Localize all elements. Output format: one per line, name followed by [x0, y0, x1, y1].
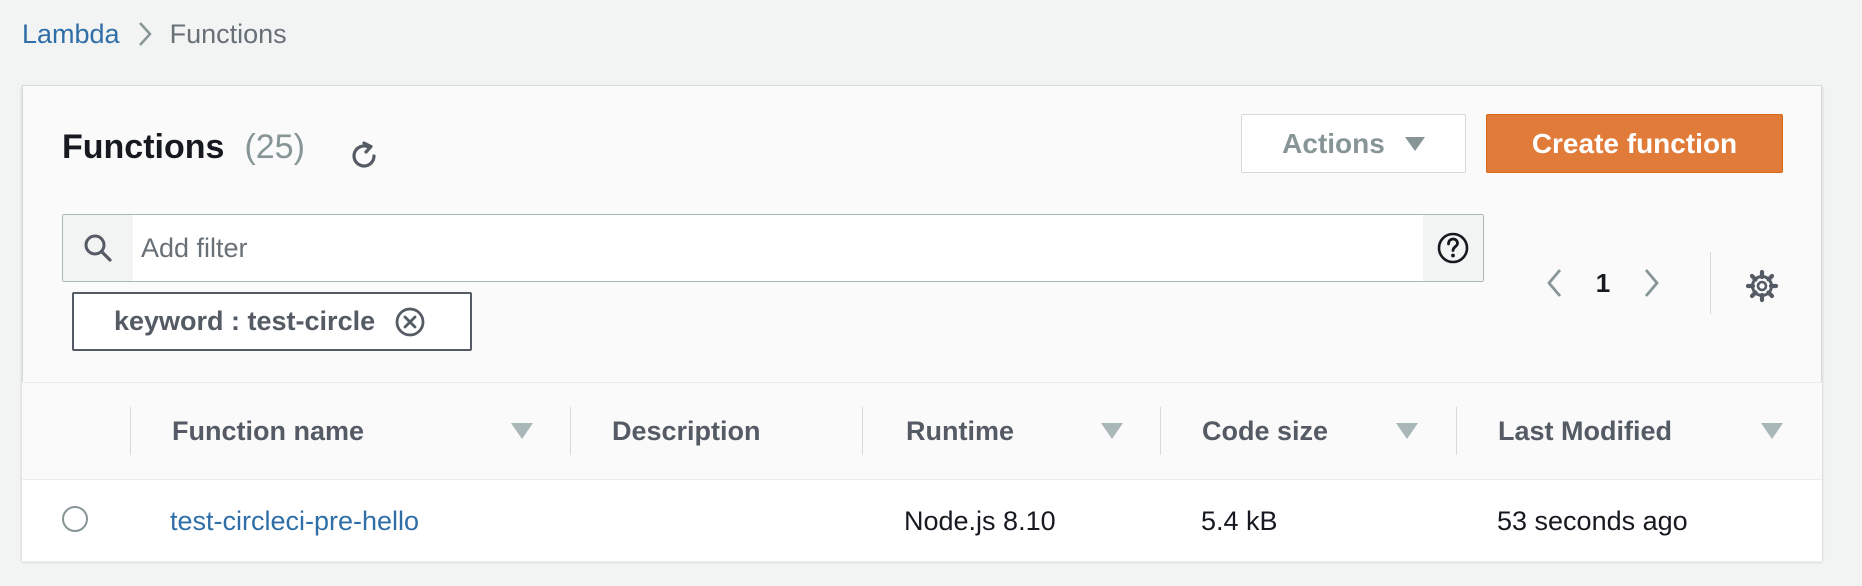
- column-header-label: Code size: [1202, 415, 1329, 446]
- refresh-button[interactable]: [344, 136, 384, 176]
- panel-header: Functions (25): [62, 128, 305, 167]
- column-divider: [570, 407, 571, 455]
- column-divider: [1456, 407, 1457, 455]
- function-last-modified: 53 seconds ago: [1497, 505, 1688, 536]
- table-row[interactable]: test-circleci-pre-hello Node.js 8.10 5.4…: [22, 480, 1822, 562]
- column-header-description: Description: [612, 383, 761, 479]
- pagination-divider: [1710, 252, 1711, 314]
- page-title: Functions: [62, 128, 225, 166]
- actions-label: Actions: [1282, 127, 1385, 159]
- function-name-link[interactable]: test-circleci-pre-hello: [170, 480, 419, 562]
- filter-token: keyword : test-circle: [72, 292, 472, 351]
- column-header-label: Description: [612, 415, 761, 446]
- breadcrumb-current: Functions: [169, 18, 287, 49]
- help-circle-icon[interactable]: [1423, 215, 1483, 281]
- column-header-function-name[interactable]: Function name: [172, 383, 364, 479]
- function-code-size: 5.4 kB: [1201, 505, 1278, 536]
- filter-token-label: keyword : test-circle: [114, 306, 376, 336]
- table-header: Function name Description Runtime Code s…: [22, 382, 1822, 480]
- column-header-last-modified[interactable]: Last Modified: [1498, 383, 1672, 479]
- caret-down-icon: [1404, 136, 1425, 151]
- chevron-right-icon[interactable]: [1634, 258, 1670, 308]
- column-divider: [1160, 407, 1161, 455]
- create-function-label: Create function: [1531, 127, 1738, 159]
- row-select-radio[interactable]: [62, 506, 88, 532]
- column-divider: [130, 407, 131, 455]
- column-divider: [862, 407, 863, 455]
- close-circle-icon[interactable]: [393, 305, 427, 339]
- pagination: 1: [1536, 258, 1670, 308]
- refresh-icon: [352, 141, 376, 168]
- gear-icon[interactable]: [1740, 264, 1784, 308]
- column-header-label: Runtime: [906, 415, 1014, 446]
- chevron-right-icon: [120, 14, 170, 54]
- filter-input[interactable]: [133, 217, 1423, 279]
- breadcrumb-lambda-link[interactable]: Lambda: [22, 19, 120, 50]
- search-icon: [63, 215, 133, 281]
- caret-down-icon[interactable]: [1760, 419, 1784, 443]
- caret-down-icon[interactable]: [510, 419, 534, 443]
- current-page-number[interactable]: 1: [1572, 268, 1634, 299]
- chevron-left-icon[interactable]: [1536, 258, 1572, 308]
- column-header-code-size[interactable]: Code size: [1202, 383, 1328, 479]
- column-header-label: Function name: [172, 415, 365, 446]
- column-header-runtime[interactable]: Runtime: [906, 383, 1014, 479]
- caret-down-icon[interactable]: [1100, 419, 1124, 443]
- caret-down-icon[interactable]: [1395, 419, 1419, 443]
- filter-bar: [62, 214, 1484, 282]
- actions-button[interactable]: Actions: [1241, 114, 1466, 173]
- create-function-button[interactable]: Create function: [1486, 114, 1783, 173]
- functions-count: (25): [244, 128, 305, 166]
- function-runtime: Node.js 8.10: [904, 505, 1056, 536]
- column-header-label: Last Modified: [1498, 415, 1672, 446]
- breadcrumb: Lambda Functions: [22, 14, 287, 54]
